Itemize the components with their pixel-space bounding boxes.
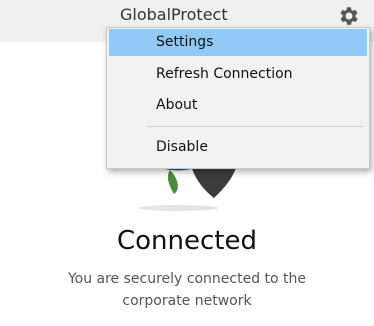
menu-item-settings[interactable]: Settings xyxy=(109,29,367,56)
context-menu: Settings Refresh Connection About Disabl… xyxy=(106,27,370,169)
gear-icon[interactable] xyxy=(336,4,360,28)
description-line-2: corporate network xyxy=(122,293,252,309)
description-line-1: You are securely connected to the xyxy=(67,271,307,287)
menu-separator xyxy=(147,126,363,127)
menu-item-about[interactable]: About xyxy=(109,92,367,119)
menu-item-refresh-connection[interactable]: Refresh Connection xyxy=(109,61,367,88)
app-title: GlobalProtect xyxy=(120,5,228,24)
menu-item-disable[interactable]: Disable xyxy=(109,134,367,161)
connection-description: You are securely connected to the corpor… xyxy=(0,268,374,312)
connection-status: Connected xyxy=(116,226,257,256)
